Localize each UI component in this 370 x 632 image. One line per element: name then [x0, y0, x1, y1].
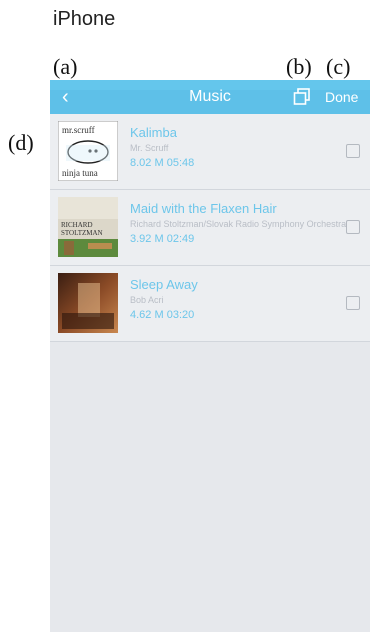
- annotation-a: (a): [53, 54, 78, 79]
- track-duration: 02:49: [166, 233, 195, 245]
- select-checkbox[interactable]: [346, 220, 360, 234]
- track-duration: 03:20: [166, 309, 195, 321]
- track-size: 4.62 M: [130, 309, 164, 321]
- track-size-duration: 4.62 M 03:20: [130, 309, 194, 321]
- device-caption: iPhone: [53, 8, 116, 30]
- track-row-sleep-away[interactable]: Sleep Away Bob Acri 4.62 M 03:20: [50, 266, 370, 342]
- annotation-c: (c): [326, 54, 351, 79]
- svg-text:RICHARD: RICHARD: [61, 221, 93, 229]
- svg-text:mr.scruff: mr.scruff: [62, 125, 95, 135]
- track-row-kalimba[interactable]: mr.scruff ninja tuna Kalimba Mr. Scruff …: [50, 114, 370, 190]
- track-title: Sleep Away: [130, 277, 198, 292]
- track-artist: Richard Stoltzman/Slovak Radio Symphony …: [130, 219, 347, 229]
- track-size: 8.02 M: [130, 157, 164, 169]
- track-list: mr.scruff ninja tuna Kalimba Mr. Scruff …: [50, 114, 370, 342]
- select-checkbox[interactable]: [346, 144, 360, 158]
- select-checkbox[interactable]: [346, 296, 360, 310]
- album-art: [58, 273, 118, 333]
- track-artist: Bob Acri: [130, 295, 164, 305]
- track-title: Kalimba: [130, 125, 177, 140]
- svg-text:ninja tuna: ninja tuna: [62, 168, 98, 178]
- multi-window-icon[interactable]: [292, 87, 312, 107]
- phone-screen: ‹ Music Done mr.scruff ninja tuna Kalimb…: [50, 80, 370, 632]
- done-button[interactable]: Done: [325, 89, 358, 105]
- annotation-d: (d): [8, 130, 34, 155]
- navigation-bar: ‹ Music Done: [50, 80, 370, 114]
- track-title: Maid with the Flaxen Hair: [130, 201, 277, 216]
- track-artist: Mr. Scruff: [130, 143, 169, 153]
- page-title: Music: [189, 88, 231, 105]
- album-art: mr.scruff ninja tuna: [58, 121, 118, 181]
- track-size: 3.92 M: [130, 233, 164, 245]
- track-duration: 05:48: [166, 157, 195, 169]
- annotation-b: (b): [286, 54, 312, 79]
- track-size-duration: 3.92 M 02:49: [130, 233, 194, 245]
- track-row-maid-with-the-flaxen-hair[interactable]: RICHARD STOLTZMAN Maid with the Flaxen H…: [50, 190, 370, 266]
- track-size-duration: 8.02 M 05:48: [130, 157, 194, 169]
- svg-text:STOLTZMAN: STOLTZMAN: [61, 229, 103, 237]
- album-art: RICHARD STOLTZMAN: [58, 197, 118, 257]
